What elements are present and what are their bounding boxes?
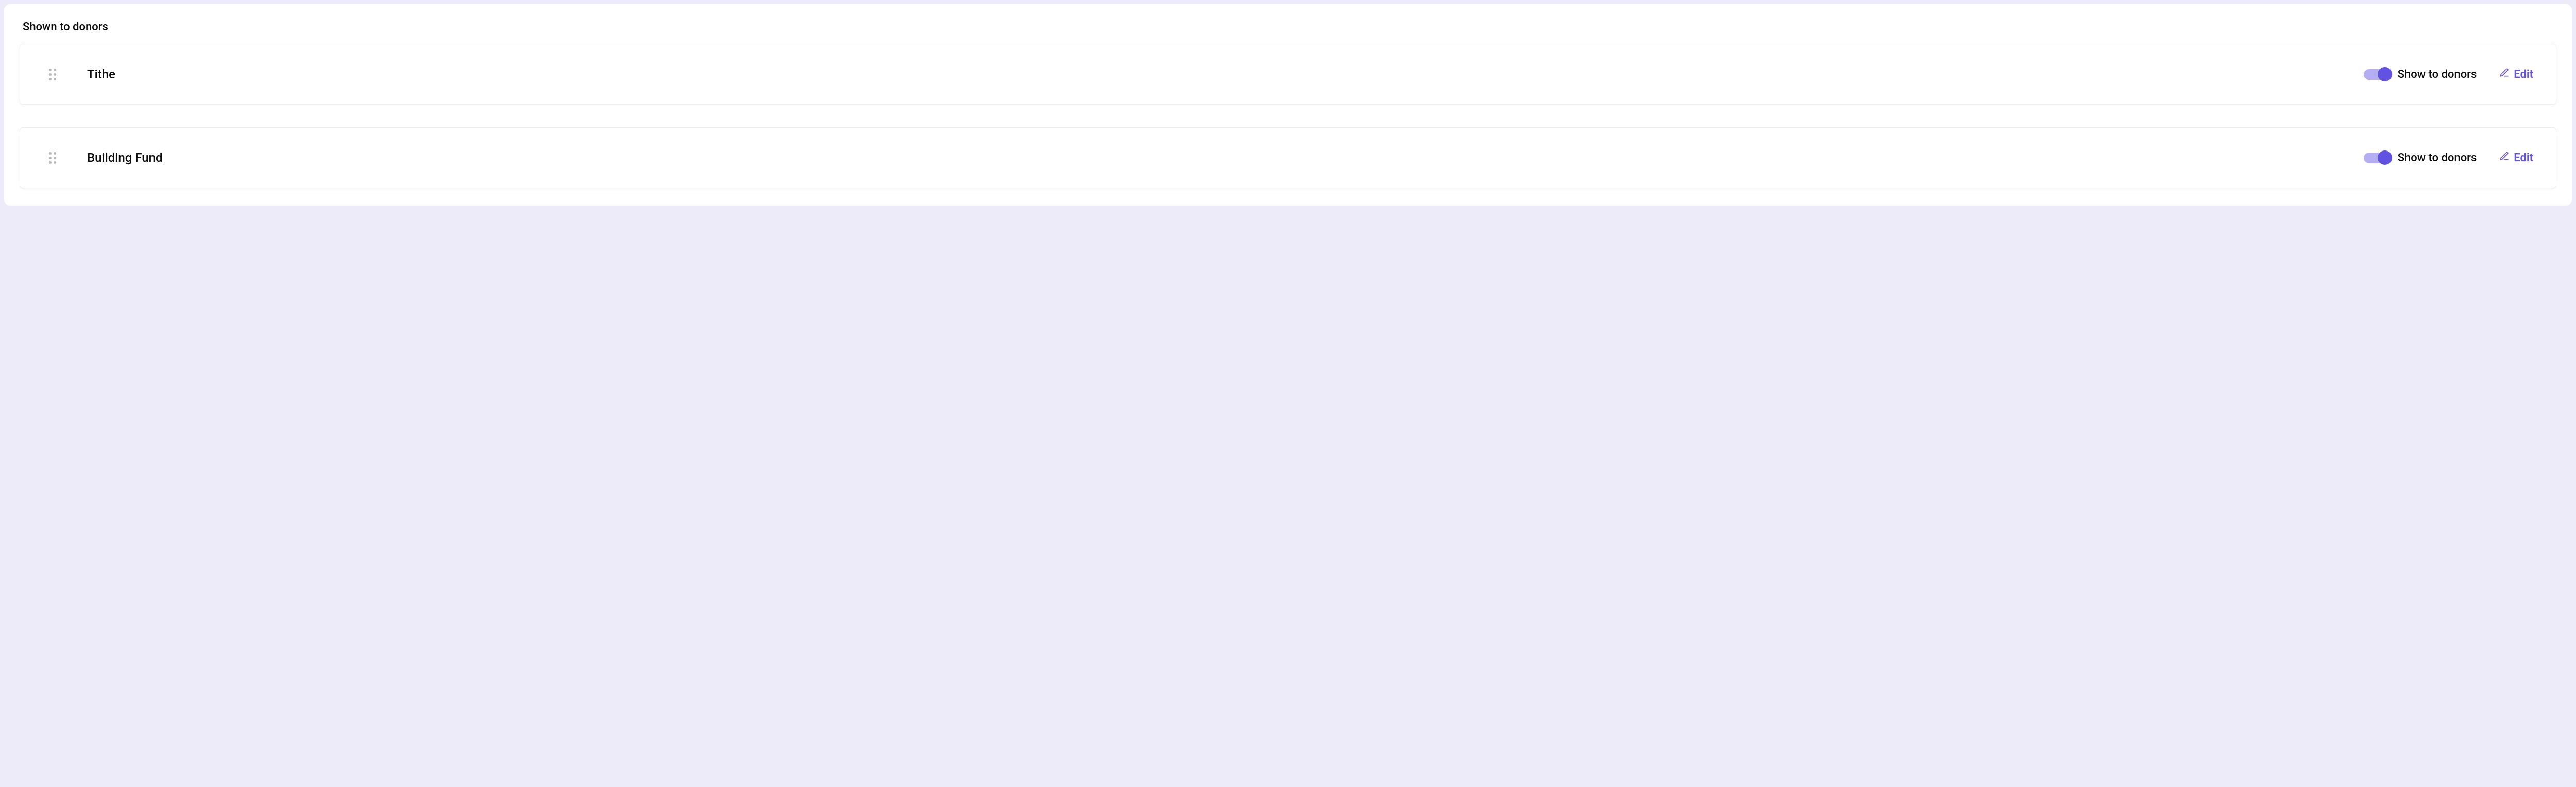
pencil-icon [2499,68,2510,81]
fund-card: Tithe Show to donors Edit [20,44,2556,105]
toggle-knob [2378,150,2392,165]
fund-name-label: Tithe [87,67,2364,81]
edit-button-label: Edit [2514,68,2533,81]
toggle-knob [2378,67,2392,81]
show-to-donors-toggle[interactable] [2364,69,2391,80]
show-to-donors-toggle-group: Show to donors [2364,68,2477,81]
edit-button-label: Edit [2514,152,2533,164]
edit-button[interactable]: Edit [2499,68,2533,81]
fund-card-list: Tithe Show to donors Edit Building Fund [20,44,2556,188]
drag-handle-icon[interactable] [49,69,56,80]
fund-card: Building Fund Show to donors Edit [20,127,2556,188]
toggle-label: Show to donors [2398,68,2477,81]
pencil-icon [2499,151,2510,164]
show-to-donors-toggle-group: Show to donors [2364,152,2477,164]
fund-name-label: Building Fund [87,150,2364,165]
show-to-donors-toggle[interactable] [2364,153,2391,163]
drag-handle-icon[interactable] [49,152,56,164]
funds-panel: Shown to donors Tithe Show to donors Edi… [4,4,2572,206]
toggle-label: Show to donors [2398,152,2477,164]
edit-button[interactable]: Edit [2499,151,2533,164]
section-title: Shown to donors [23,21,2556,34]
